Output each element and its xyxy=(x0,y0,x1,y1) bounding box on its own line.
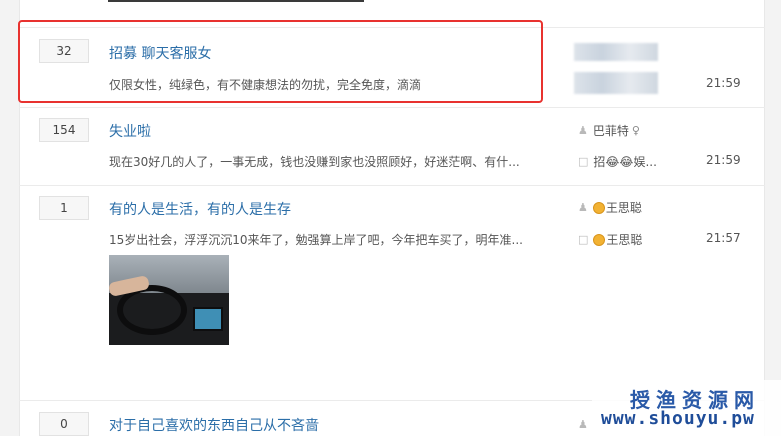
reply-count: 0 xyxy=(39,412,89,436)
topic-time: 21:59 xyxy=(706,153,741,167)
user-icon: ♟ xyxy=(578,418,588,431)
topic-author: ♟ xyxy=(578,418,593,431)
author-name[interactable]: 巴菲特 xyxy=(593,122,629,139)
topic-time: 21:59 xyxy=(706,76,741,90)
reply-count: 154 xyxy=(39,118,89,142)
blurred-author xyxy=(574,43,658,61)
topic-title[interactable]: 失业啦 xyxy=(109,121,151,141)
previous-topic-image[interactable] xyxy=(108,0,364,2)
divider xyxy=(19,107,765,108)
last-reply-name[interactable]: 招😂😂娱... xyxy=(593,153,657,170)
topic-image-car-interior[interactable] xyxy=(109,255,229,345)
topic-author: ♟ 巴菲特 ♀ xyxy=(578,122,645,139)
user-icon: ♟ xyxy=(578,201,588,214)
last-reply-name[interactable]: 王思聪 xyxy=(606,231,642,248)
topic-time: 21:57 xyxy=(706,231,741,245)
watermark-url: www.shouyu.pw xyxy=(601,408,755,429)
last-reply: □ 王思聪 xyxy=(578,231,642,248)
user-icon: ♟ xyxy=(578,124,588,137)
topic-excerpt[interactable]: 15岁出社会，浮浮沉沉10来年了，勉强算上岸了吧，今年把车买了，明年准... xyxy=(109,231,523,248)
infotainment-screen-icon xyxy=(193,307,223,331)
topic-excerpt[interactable]: 现在30好几的人了，一事无成，钱也没赚到家也没照顾好，好迷茫啊、有什... xyxy=(109,153,520,170)
topic-author: ♟ 王思聪 xyxy=(578,199,642,216)
emoji-avatar-icon xyxy=(592,201,605,214)
divider xyxy=(19,185,765,186)
reply-count: 1 xyxy=(39,196,89,220)
topic-title[interactable]: 有的人是生活，有的人是生存 xyxy=(109,199,291,219)
topic-title[interactable]: 对于自己喜欢的东西自己从不吝啬 xyxy=(109,415,319,435)
female-icon: ♀ xyxy=(631,124,640,137)
author-name[interactable]: 王思聪 xyxy=(606,199,642,216)
emoji-avatar-icon xyxy=(593,233,606,246)
comment-icon: □ xyxy=(578,233,589,246)
blurred-last-reply xyxy=(574,72,658,94)
last-reply: □ 招😂😂娱... xyxy=(578,153,657,170)
comment-icon: □ xyxy=(578,155,589,168)
highlight-box xyxy=(18,20,543,103)
